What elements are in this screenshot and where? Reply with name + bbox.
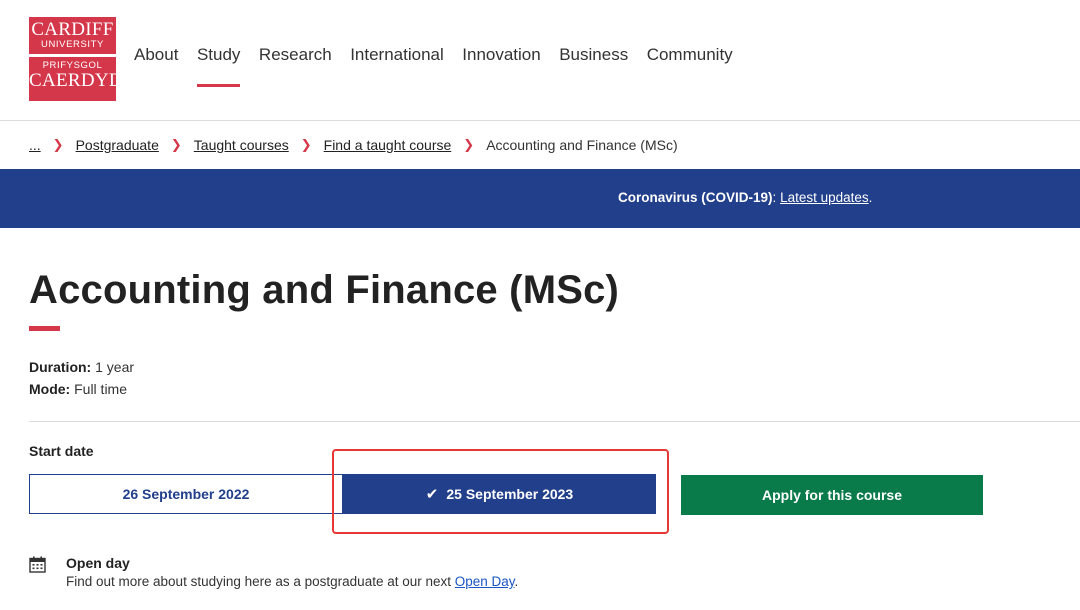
highlight-annotation-box bbox=[332, 449, 669, 534]
chevron-right-icon: ❯ bbox=[170, 137, 182, 152]
main-nav: About Study Research International Innov… bbox=[134, 44, 751, 87]
open-day-text: Find out more about studying here as a p… bbox=[66, 574, 518, 589]
start-date-option-label: 26 September 2022 bbox=[122, 486, 250, 502]
chevron-right-icon: ❯ bbox=[52, 137, 64, 152]
nav-item-community[interactable]: Community bbox=[647, 44, 733, 66]
open-day-period: . bbox=[514, 574, 519, 589]
logo-line-caerdydd: CAERDYDD bbox=[29, 70, 137, 91]
nav-item-innovation[interactable]: Innovation bbox=[462, 44, 540, 66]
breadcrumb-taught-courses[interactable]: Taught courses bbox=[194, 136, 289, 154]
title-accent-bar bbox=[29, 326, 60, 331]
chevron-right-icon: ❯ bbox=[300, 137, 312, 152]
calendar-icon bbox=[29, 556, 46, 573]
start-date-option-2022[interactable]: 26 September 2022 bbox=[29, 474, 343, 514]
duration-label: Duration: bbox=[29, 359, 92, 375]
duration-value: 1 year bbox=[95, 359, 135, 375]
logo-line-cardiff: CARDIFF bbox=[31, 19, 114, 40]
apply-button[interactable]: Apply for this course bbox=[681, 475, 983, 515]
nav-item-business[interactable]: Business bbox=[559, 44, 628, 66]
nav-item-research[interactable]: Research bbox=[259, 44, 332, 66]
banner-colon: : bbox=[772, 190, 777, 205]
banner-text: Coronavirus (COVID-19): Latest updates. bbox=[618, 190, 872, 205]
banner-label: Coronavirus (COVID-19) bbox=[618, 190, 773, 205]
mode-value: Full time bbox=[74, 381, 128, 397]
banner-period: . bbox=[868, 190, 873, 205]
logo-line-university: UNIVERSITY bbox=[40, 39, 104, 50]
page-title: Accounting and Finance (MSc) bbox=[29, 268, 620, 312]
breadcrumb-postgraduate[interactable]: Postgraduate bbox=[76, 136, 159, 154]
duration-row: Duration: 1 year bbox=[29, 356, 134, 378]
open-day-title: Open day bbox=[66, 555, 130, 571]
breadcrumb-current: Accounting and Finance (MSc) bbox=[486, 137, 678, 153]
breadcrumb-ellipsis[interactable]: ... bbox=[29, 136, 41, 154]
breadcrumb: ... ❯ Postgraduate ❯ Taught courses ❯ Fi… bbox=[29, 136, 678, 154]
open-day-description: Find out more about studying here as a p… bbox=[66, 574, 455, 589]
breadcrumb-find-course[interactable]: Find a taught course bbox=[324, 136, 452, 154]
university-logo[interactable]: CARDIFF UNIVERSITY PRIFYSGOL CAERDYDD bbox=[29, 17, 137, 101]
mode-label: Mode: bbox=[29, 381, 71, 397]
open-day-link[interactable]: Open Day bbox=[455, 574, 515, 589]
nav-item-about[interactable]: About bbox=[134, 44, 178, 66]
chevron-right-icon: ❯ bbox=[463, 137, 475, 152]
start-date-label: Start date bbox=[29, 443, 94, 459]
course-facts: Duration: 1 year Mode: Full time bbox=[29, 356, 134, 400]
site-header: CARDIFF UNIVERSITY PRIFYSGOL CAERDYDD Ab… bbox=[0, 0, 1080, 121]
mode-row: Mode: Full time bbox=[29, 378, 134, 400]
banner-latest-updates-link[interactable]: Latest updates bbox=[780, 190, 869, 205]
nav-item-international[interactable]: International bbox=[350, 44, 444, 66]
covid-banner: Coronavirus (COVID-19): Latest updates. bbox=[0, 169, 1080, 228]
divider bbox=[29, 421, 1080, 422]
logo-divider bbox=[29, 54, 116, 57]
nav-item-study[interactable]: Study bbox=[196, 44, 241, 87]
